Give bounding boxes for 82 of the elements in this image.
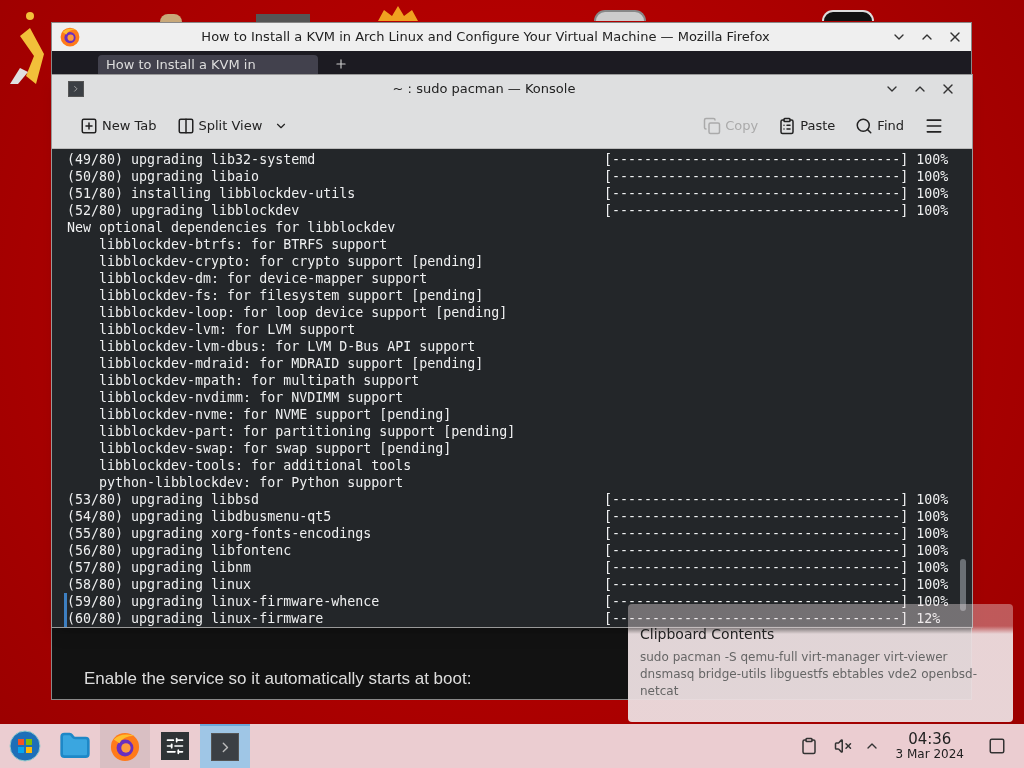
terminal-line: libblockdev-swap: for swap support [pending] xyxy=(98,440,453,457)
progress-percent: 100% xyxy=(916,559,949,576)
terminal-icon xyxy=(211,733,239,761)
toolbar-button[interactable]: Find xyxy=(855,115,904,136)
progress-bar-text: [------------------------------------] xyxy=(604,542,909,559)
muted-speaker-icon[interactable] xyxy=(833,737,852,755)
terminal-line: libblockdev-nvme: for NVME support [pending] xyxy=(98,406,453,423)
notification-body: sudo pacman -S qemu-full virt-manager virt-viewer dnsmasq bridge-utils libguestfs ebtables vde2 openbsd-netcat xyxy=(640,649,978,700)
start-orb-icon xyxy=(9,730,41,762)
progress-bar-text: [------------------------------------] xyxy=(604,525,909,542)
terminal-line: (54/80) upgrading libdbusmenu-qt5 xyxy=(67,508,333,525)
notification-title: Clipboard Contents xyxy=(640,625,775,644)
progress-percent: 12% xyxy=(916,610,941,627)
clock-date[interactable]: 3 Mar 2024 xyxy=(895,747,964,761)
terminal-line: (52/80) upgrading libblockdev xyxy=(67,202,301,219)
progress-bar-text: [------------------------------------] xyxy=(604,151,909,168)
browser-tab[interactable]: How to Install a KVM in xyxy=(98,55,318,75)
progress-bar-text: [------------------------------------] xyxy=(604,508,909,525)
terminal-line: libblockdev-tools: for additional tools xyxy=(98,457,413,474)
progress-percent: 100% xyxy=(916,593,949,610)
article-text: Enable the service so it automatically starts at boot: xyxy=(84,667,472,690)
toolbar-button[interactable]: Paste xyxy=(778,115,836,136)
progress-percent: 100% xyxy=(916,508,949,525)
clipboard-icon[interactable] xyxy=(799,737,818,755)
new-tab-icon[interactable] xyxy=(334,57,348,71)
terminal-line: (55/80) upgrading xorg-fonts-encodings xyxy=(67,525,373,542)
progress-bar-text: [------------------------------------] xyxy=(604,202,909,219)
terminal-line: (53/80) upgrading libbsd xyxy=(67,491,261,508)
terminal-line: libblockdev-part: for partitioning support [pending] xyxy=(98,423,517,440)
split-view-icon xyxy=(176,116,195,135)
clock-time[interactable]: 04:36 xyxy=(908,731,952,747)
toolbar-button[interactable]: Split View xyxy=(176,115,289,136)
terminal-line: (58/80) upgrading linux xyxy=(67,576,253,593)
terminal-line: (59/80) upgrading linux-firmware-whence xyxy=(67,593,381,610)
progress-bar-text: [------------------------------------] xyxy=(604,576,909,593)
search-icon xyxy=(855,116,874,135)
progress-bar-text: [------------------------------------] xyxy=(604,168,909,185)
progress-percent: 100% xyxy=(916,542,949,559)
progress-bar-text: [------------------------------------] xyxy=(604,559,909,576)
toolbar-button[interactable]: New Tab xyxy=(80,115,157,136)
progress-percent: 100% xyxy=(916,491,949,508)
progress-percent: 100% xyxy=(916,525,949,542)
terminal-line: (49/80) upgrading lib32-systemd xyxy=(67,151,317,168)
new-tab-icon xyxy=(80,116,98,135)
firefox-icon xyxy=(60,27,80,47)
terminal-line: (51/80) installing libblockdev-utils xyxy=(67,185,357,202)
progress-percent: 100% xyxy=(916,185,949,202)
terminal-line: libblockdev-nvdimm: for NVDIMM support xyxy=(98,389,405,406)
show-desktop-icon[interactable] xyxy=(988,737,1006,755)
window-title: ~ : sudo pacman — Konsole xyxy=(391,80,577,99)
tab-title: How to Install a KVM in xyxy=(106,56,256,75)
terminal-line: libblockdev-dm: for device-mapper support xyxy=(98,270,429,287)
terminal-line: libblockdev-btrfs: for BTRFS support xyxy=(98,236,389,253)
terminal-line: libblockdev-lvm: for LVM support xyxy=(98,321,357,338)
taskbar-button[interactable] xyxy=(100,724,150,768)
copy-icon xyxy=(703,116,722,135)
terminal-icon xyxy=(68,81,84,97)
paste-icon xyxy=(778,116,797,135)
progress-percent: 100% xyxy=(916,576,949,593)
terminal-line: (56/80) upgrading libfontenc xyxy=(67,542,293,559)
progress-bar-text: [------------------------------------] xyxy=(604,185,909,202)
progress-bar-text: [------------------------------------] xyxy=(604,491,909,508)
progress-percent: 100% xyxy=(916,168,949,185)
terminal-line: libblockdev-lvm-dbus: for LVM D-Bus API support xyxy=(98,338,477,355)
terminal-line: (57/80) upgrading libnm xyxy=(67,559,253,576)
terminal-line: (60/80) upgrading linux-firmware xyxy=(67,610,325,627)
terminal-line: libblockdev-mdraid: for MDRAID support [pending] xyxy=(98,355,485,372)
progress-percent: 100% xyxy=(916,202,949,219)
terminal-line: (50/80) upgrading libaio xyxy=(67,168,261,185)
terminal-line: libblockdev-fs: for filesystem support [pending] xyxy=(98,287,485,304)
firefox-icon xyxy=(110,732,140,762)
terminal-line: libblockdev-mpath: for multipath support xyxy=(98,372,421,389)
progress-bar-text: [------------------------------------] xyxy=(604,593,909,610)
taskbar-button[interactable] xyxy=(200,724,250,768)
terminal-line: python-libblockdev: for Python support xyxy=(98,474,405,491)
progress-percent: 100% xyxy=(916,151,949,168)
window-title: How to Install a KVM in Arch Linux and Configure Your Virtual Machine — Mozilla Firefox xyxy=(200,28,771,47)
scrollbar[interactable] xyxy=(960,559,966,611)
terminal-line: New optional dependencies for libblockdev xyxy=(67,219,397,236)
terminal-line: libblockdev-loop: for loop device support [pending] xyxy=(98,304,509,321)
terminal-line: libblockdev-crypto: for crypto support [pending] xyxy=(98,253,485,270)
settings-icon xyxy=(161,732,189,760)
